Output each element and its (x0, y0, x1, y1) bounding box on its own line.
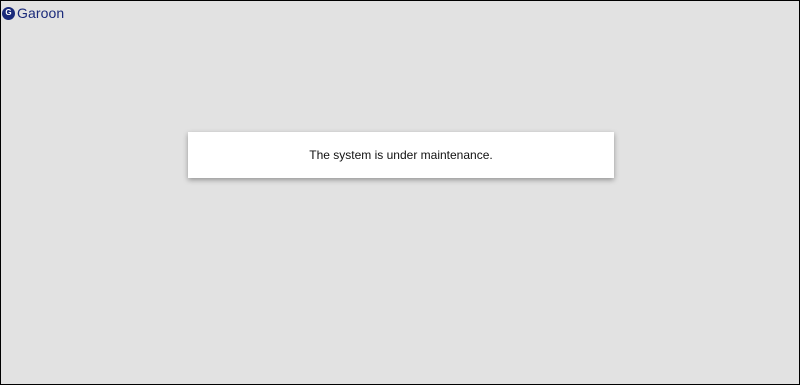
garoon-logo: G Garoon (2, 5, 64, 21)
maintenance-notice-panel: The system is under maintenance. (188, 132, 614, 178)
maintenance-message: The system is under maintenance. (309, 148, 493, 162)
garoon-logo-icon: G (2, 6, 15, 20)
logo-text: Garoon (17, 5, 65, 21)
maintenance-page: G Garoon The system is under maintenance… (0, 0, 800, 385)
